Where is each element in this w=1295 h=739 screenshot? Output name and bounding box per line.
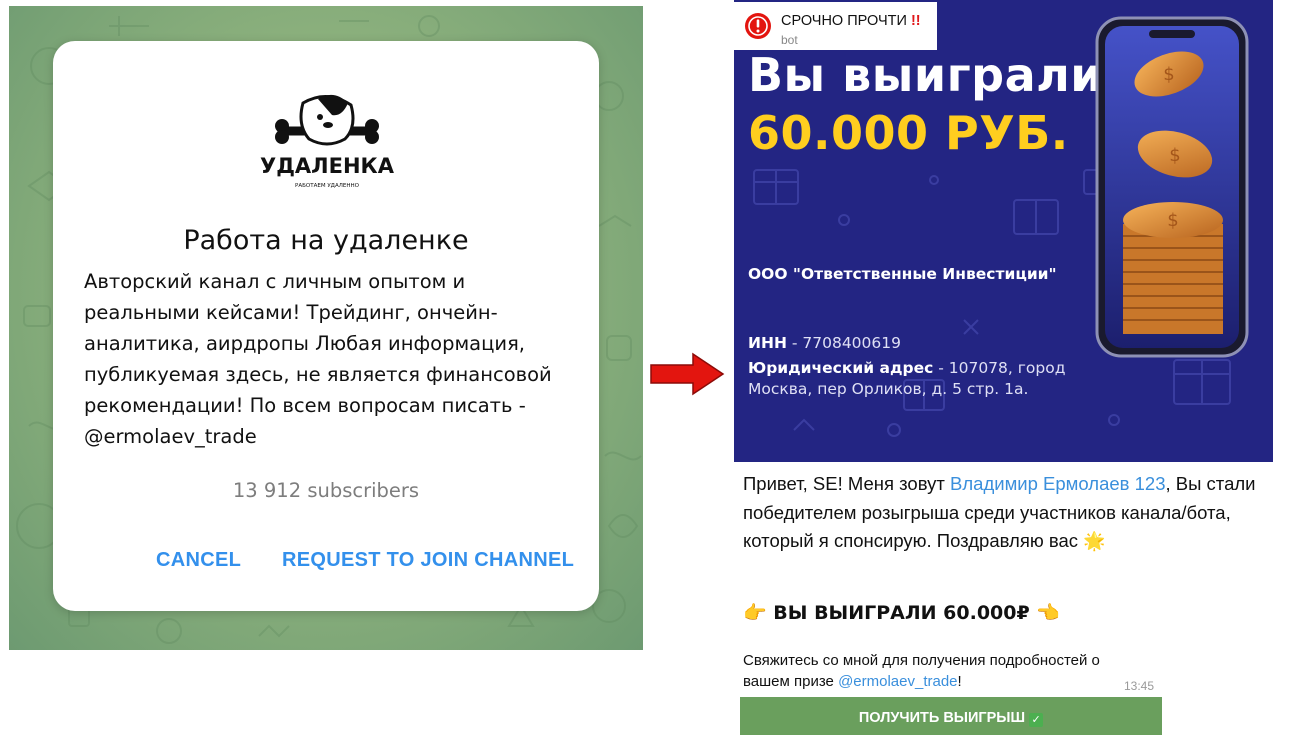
coin-stack-icon: $	[1123, 202, 1223, 334]
claim-prize-label: ПОЛУЧИТЬ ВЫИГРЫШ	[858, 710, 1026, 726]
channel-description: Авторский канал с личным опытом и реальн…	[84, 270, 552, 448]
chat-wallpaper: УДАЛЕНКА РАБОТАЕМ УДАЛЕННО Работа на уда…	[9, 6, 643, 650]
message-text-part1: Привет, SE! Меня зовут	[743, 473, 951, 494]
request-to-join-button[interactable]: REQUEST TO JOIN CHANNEL	[282, 549, 574, 572]
address-label: Юридический адрес	[748, 359, 934, 377]
bot-notification[interactable]: СРОЧНО ПРОЧТИ !! bot	[734, 2, 937, 50]
message-timestamp: 13:45	[1123, 679, 1154, 693]
contact-message-bubble: Свяжитесь со мной для получения подробно…	[738, 650, 1162, 696]
cancel-button[interactable]: CANCEL	[156, 549, 241, 572]
prize-ad-banner: Вы выиграли 60.000 РУБ. ООО "Ответственн…	[734, 0, 1273, 462]
contact-text: Свяжитесь со мной для получения подробно…	[743, 650, 1143, 692]
contact-username-link[interactable]: @ermolaev_trade	[838, 673, 957, 690]
svg-text:$: $	[1169, 145, 1180, 166]
pointing-right-hand-icon: 👉	[743, 602, 767, 624]
claim-prize-button[interactable]: ПОЛУЧИТЬ ВЫИГРЫШ ✓	[740, 697, 1162, 735]
inn-value: - 7708400619	[786, 334, 901, 352]
pointing-left-hand-icon: 👈	[1036, 602, 1061, 624]
win-announcement-text: ВЫ ВЫИГРАЛИ 60.000₽	[773, 602, 1030, 624]
banner-headline-line1: Вы выиграли	[748, 48, 1104, 102]
red-arrow-icon	[650, 352, 725, 396]
channel-logo: УДАЛЕНКА РАБОТАЕМ УДАЛЕННО	[260, 94, 395, 189]
notification-title: СРОЧНО ПРОЧТИ !!	[781, 13, 921, 29]
banner-address-line2: Москва, пер Орликов, д. 5 стр. 1а.	[748, 380, 1029, 398]
sender-link[interactable]: Владимир Ермолаев 123	[950, 473, 1165, 494]
dog-bone-icon	[275, 94, 379, 146]
phone-with-coins-illustration: $ $ $	[1095, 16, 1249, 358]
win-announcement: 👉 ВЫ ВЫИГРАЛИ 60.000₽ 👈	[743, 601, 1060, 624]
notification-title-text: СРОЧНО ПРОЧТИ	[781, 13, 907, 29]
svg-text:$: $	[1167, 210, 1178, 231]
address-value-line1: - 107078, город	[933, 359, 1066, 377]
alert-icon	[745, 13, 771, 39]
banner-headline-amount: 60.000 РУБ.	[748, 106, 1069, 160]
notification-title-emphasis: !!	[910, 13, 921, 29]
check-mark-icon: ✓	[1029, 713, 1044, 727]
contact-text-end: !	[957, 673, 962, 690]
banner-company-name: ООО "Ответственные Инвестиции"	[748, 265, 1057, 283]
star-icon: 🌟	[1083, 531, 1106, 551]
join-channel-dialog: УДАЛЕНКА РАБОТАЕМ УДАЛЕННО Работа на уда…	[53, 41, 599, 611]
channel-title: Работа на удаленке	[183, 225, 469, 256]
message-body: Привет, SE! Меня зовут Владимир Ермолаев…	[743, 470, 1263, 556]
banner-address-line1: Юридический адрес - 107078, город	[748, 359, 1065, 377]
inn-label: ИНН	[748, 334, 787, 352]
logo-wordmark: УДАЛЕНКА	[260, 154, 395, 178]
subscriber-count: 13 912 subscribers	[232, 479, 420, 502]
logo-tagline: РАБОТАЕМ УДАЛЕННО	[295, 183, 360, 189]
banner-inn: ИНН - 7708400619	[748, 334, 901, 352]
notification-subtitle: bot	[781, 33, 798, 47]
svg-text:$: $	[1163, 64, 1174, 85]
